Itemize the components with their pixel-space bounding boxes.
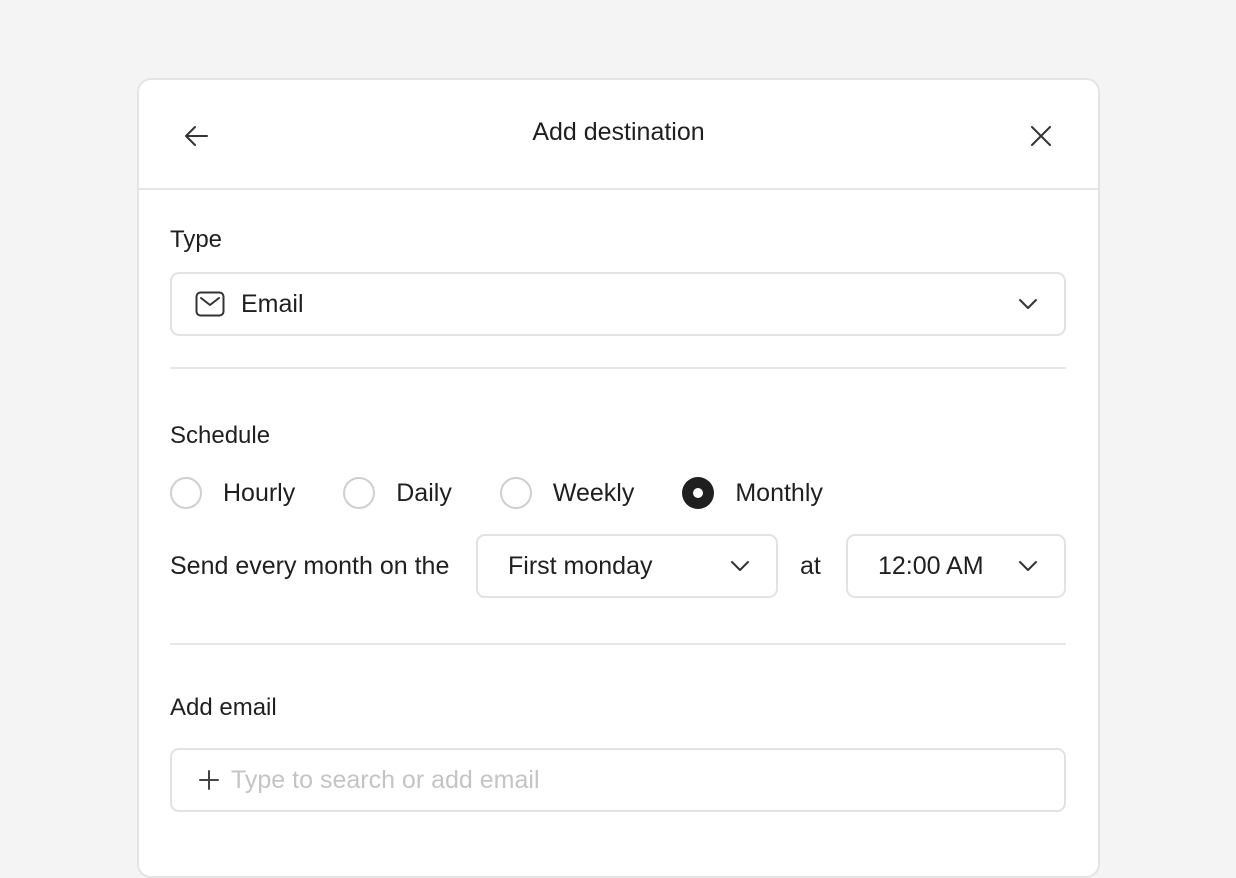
time-select[interactable]: 12:00 AM [846, 534, 1066, 598]
type-label: Type [170, 226, 223, 253]
chevron-down-icon [1018, 298, 1038, 310]
radio-label: Hourly [223, 478, 296, 507]
radio-circle [499, 477, 532, 509]
mail-icon [195, 291, 225, 317]
add-email-label: Add email [170, 694, 277, 721]
send-every-label: Send every month on the [170, 552, 450, 580]
radio-circle [170, 477, 202, 509]
chevron-down-icon [730, 560, 750, 572]
email-search-input[interactable] [231, 765, 1031, 795]
divider [170, 367, 1066, 369]
close-button[interactable] [1017, 114, 1065, 158]
radio-monthly[interactable]: Monthly [682, 477, 823, 509]
radio-label: Weekly [552, 478, 635, 507]
type-select-value: Email [241, 289, 304, 318]
add-destination-modal: Add destination Type Email Schedule Hour… [137, 78, 1100, 878]
close-icon [1031, 126, 1051, 146]
radio-circle-checked [682, 477, 715, 509]
day-select[interactable]: First monday [476, 534, 778, 598]
day-select-value: First monday [508, 551, 653, 580]
plus-icon [199, 770, 219, 790]
at-label: at [800, 552, 821, 580]
type-select[interactable]: Email [170, 272, 1066, 336]
radio-weekly[interactable]: Weekly [499, 477, 635, 509]
radio-daily[interactable]: Daily [343, 477, 452, 509]
radio-circle [343, 477, 376, 509]
email-input-box[interactable] [170, 748, 1066, 812]
radio-label: Daily [396, 478, 452, 507]
divider [170, 643, 1066, 645]
schedule-label: Schedule [170, 422, 271, 449]
modal-header: Add destination [139, 80, 1098, 190]
modal-title: Add destination [532, 118, 705, 146]
schedule-radio-group: Hourly Daily Weekly Monthly [170, 476, 823, 510]
chevron-down-icon [1018, 560, 1038, 572]
radio-hourly[interactable]: Hourly [170, 477, 295, 509]
radio-label: Monthly [735, 478, 823, 507]
time-select-value: 12:00 AM [878, 551, 984, 580]
